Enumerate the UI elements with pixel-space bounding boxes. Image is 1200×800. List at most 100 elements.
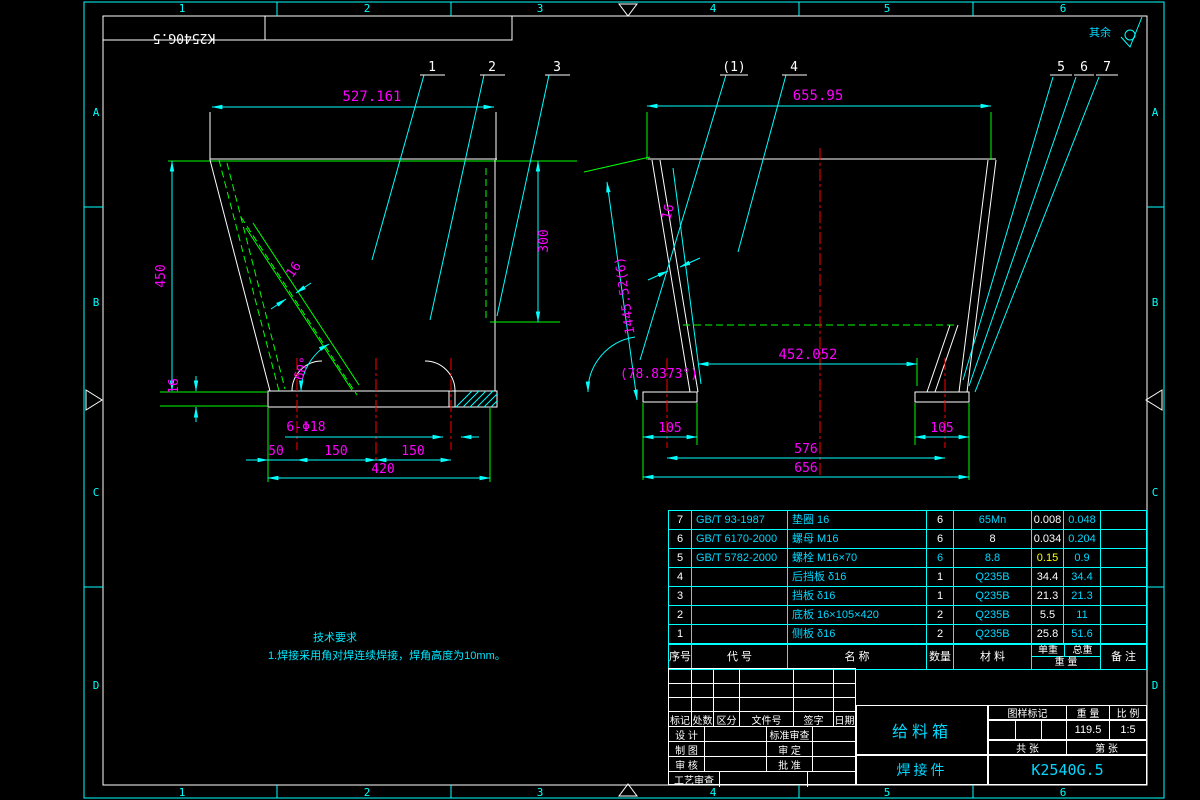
dim-text: 150 — [324, 444, 347, 459]
dim-text: 1445.52(6) — [613, 256, 639, 336]
bom-cell: 3 — [669, 587, 691, 606]
role-approve: 批 准 — [766, 756, 812, 771]
balloon-label: (1) — [722, 60, 745, 75]
bom-cell: 4 — [669, 568, 691, 587]
bom-cell: 底板 16×105×420 — [787, 606, 926, 625]
bom-cell: 34.4 — [1063, 568, 1100, 587]
bom-header-name: 名 称 — [787, 645, 926, 669]
zone-col: 2 — [364, 2, 371, 15]
technical-notes: 技术要求 1.焊接采用角对焊连续焊接，焊角高度为10mm。 — [268, 631, 506, 662]
part-type: 焊接件 — [896, 762, 948, 778]
dim-text: 105 — [658, 421, 681, 436]
bom-header-qty: 数量 — [926, 645, 953, 669]
zone-col: 3 — [537, 786, 544, 799]
bom-header: 序号 代 号 名 称 数量 材 料 单重 总重 重 量 备 注 — [669, 644, 1146, 669]
bom-header-weight: 单重 总重 重 量 — [1031, 645, 1100, 669]
mark-label: 图样标记 — [1007, 709, 1048, 719]
balloon-label: 4 — [790, 60, 798, 75]
dim-text: 50 — [268, 444, 284, 459]
bom-header-unit-weight: 单重 — [1038, 645, 1058, 656]
bom-header-weight-group: 重 量 — [1054, 657, 1078, 668]
scale-value: 1:5 — [1109, 721, 1146, 739]
bom-cell: 2 — [926, 606, 953, 625]
bom-cell: 挡板 δ16 — [787, 587, 926, 606]
zone-row: C — [1152, 486, 1159, 499]
zone-col: 1 — [179, 2, 186, 15]
bom-cell: 8 — [953, 530, 1031, 549]
balloon-label: 2 — [488, 60, 496, 75]
notes-line: 1.焊接采用角对焊连续焊接，焊角高度为10mm。 — [268, 648, 506, 662]
rev-header: 区分 — [713, 711, 739, 726]
bom-cell: 6 — [926, 511, 953, 530]
bom-rows: 7 GB/T 93-1987 垫圈 16 6 65Mn 0.008 0.048 6 GB/T 6… — [669, 511, 1146, 644]
bom-cell: 6 — [669, 530, 691, 549]
bom-cell — [691, 606, 787, 625]
bom-cell: 65Mn — [953, 511, 1031, 530]
weight-value: 119.5 — [1066, 721, 1109, 739]
bill-of-materials: 7 GB/T 93-1987 垫圈 16 6 65Mn 0.008 0.048 6 GB/T 6… — [668, 510, 1147, 670]
bom-cell: 螺母 M16 — [787, 530, 926, 549]
zone-col: 6 — [1060, 2, 1067, 15]
balloon-label: 7 — [1103, 60, 1111, 75]
dim-text: 16 — [167, 378, 182, 394]
rev-header: 文件号 — [739, 711, 793, 726]
bom-cell: 21.3 — [1063, 587, 1100, 606]
bom-cell: GB/T 93-1987 — [691, 511, 787, 530]
bom-cell — [1100, 625, 1146, 644]
bom-cell — [691, 587, 787, 606]
bom-cell — [691, 568, 787, 587]
bom-cell: 34.4 — [1031, 568, 1063, 587]
mark-weight-scale-header: 图样标记 重 量 比 例 — [988, 705, 1147, 720]
bom-header-total-weight: 总重 — [1064, 645, 1100, 657]
sheet-frame: K2540G.5 — [83, 1, 1165, 799]
fold-mark-bottom — [618, 783, 638, 797]
bom-cell: 1 — [926, 568, 953, 587]
zone-row: B — [93, 296, 100, 309]
surface-finish-note: 其余 — [1089, 16, 1143, 48]
balloon-label: 5 — [1057, 60, 1065, 75]
bom-cell: 1 — [926, 587, 953, 606]
zone-row: B — [1152, 296, 1159, 309]
dim-text: 60° — [292, 355, 314, 382]
dim-text: 150 — [401, 444, 424, 459]
roughness-icon — [1120, 16, 1143, 48]
bom-cell: 0.008 — [1031, 511, 1063, 530]
weight-label: 重 量 — [1066, 706, 1109, 719]
bom-cell — [1100, 511, 1146, 530]
bom-cell — [1100, 568, 1146, 587]
bom-cell: 侧板 δ16 — [787, 625, 926, 644]
bom-cell: 垫圈 16 — [787, 511, 926, 530]
dim-text: 6-Φ18 — [286, 420, 325, 435]
cad-drawing-canvas: K2540G.5 1 2 3 4 5 6 1 2 3 4 5 6 A B C D… — [0, 0, 1200, 800]
bom-cell: GB/T 6170-2000 — [691, 530, 787, 549]
zone-col: 6 — [1060, 786, 1067, 799]
zone-row: A — [1152, 106, 1159, 119]
zone-row: D — [93, 679, 100, 692]
bom-cell: 0.048 — [1063, 511, 1100, 530]
strip-code-label: K2540G.5 — [153, 30, 216, 45]
dim-text: 16 — [283, 259, 304, 280]
rev-header: 签字 — [793, 711, 833, 726]
role-check: 审 核 — [669, 756, 704, 771]
drawing-number: K2540G.5 — [1031, 761, 1104, 779]
bom-header-material: 材 料 — [953, 645, 1031, 669]
zone-col: 5 — [884, 2, 891, 15]
dim-text: 420 — [371, 462, 394, 477]
role-approve-set: 审 定 — [766, 741, 812, 756]
role-design: 设 计 — [669, 726, 704, 741]
bom-cell: 0.034 — [1031, 530, 1063, 549]
side-view: 655.95 1445.52(6) 16 (78.8373°) 452.052 … — [583, 88, 997, 480]
rev-header: 标记 — [669, 711, 691, 726]
bom-cell: 8.8 — [953, 549, 1031, 568]
part-balloons: 1 2 3 (1) 4 5 6 7 — [371, 60, 1118, 393]
fold-mark-left — [85, 389, 103, 411]
balloon-label: 1 — [428, 60, 436, 75]
zone-labels: 1 2 3 4 5 6 1 2 3 4 5 6 A B C D A B C D — [93, 2, 1159, 799]
bom-cell: 2 — [926, 625, 953, 644]
bom-cell: GB/T 5782-2000 — [691, 549, 787, 568]
part-name-box: 给料箱 — [856, 705, 988, 755]
balloon-label: 3 — [553, 60, 561, 75]
zone-col: 1 — [179, 786, 186, 799]
rev-header: 日期 — [833, 711, 855, 726]
bom-cell: 螺栓 M16×70 — [787, 549, 926, 568]
